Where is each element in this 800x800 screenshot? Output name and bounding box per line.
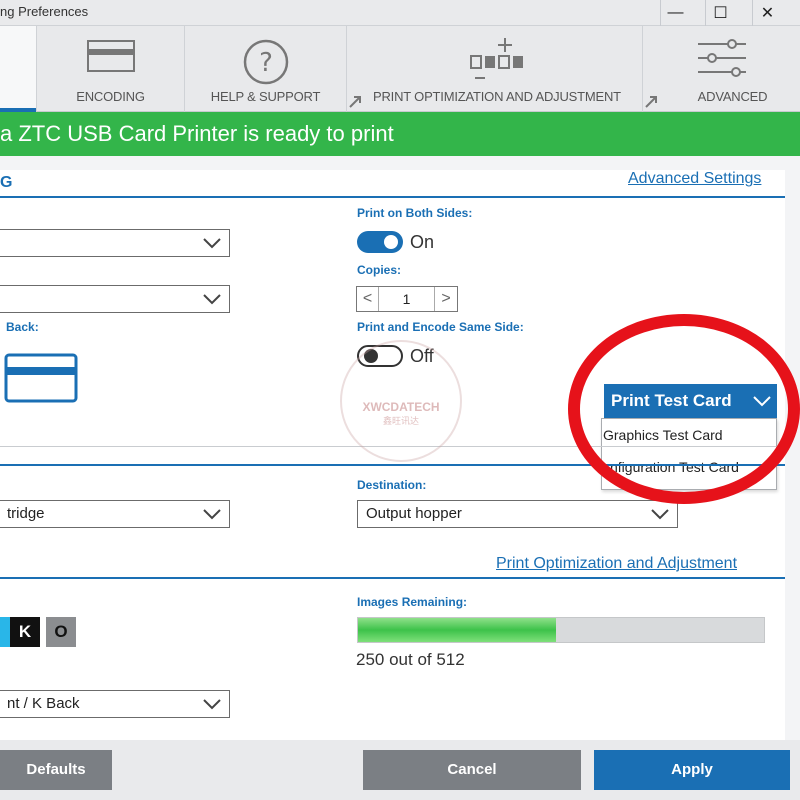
- ribbon-panel-k: K: [10, 617, 40, 647]
- tab-print-optimization[interactable]: PRINT OPTIMIZATION AND ADJUSTMENT: [346, 26, 642, 112]
- card-icon: [86, 40, 135, 72]
- print-both-sides-label: Print on Both Sides:: [357, 206, 473, 220]
- defaults-button[interactable]: Defaults: [0, 750, 112, 790]
- ribbon-type-value: nt / K Back: [7, 695, 80, 712]
- copies-label: Copies:: [357, 263, 402, 277]
- highlight-circle: [568, 314, 800, 504]
- destination-label: Destination:: [357, 478, 427, 492]
- tab-optimization-label: PRINT OPTIMIZATION AND ADJUSTMENT: [373, 89, 621, 104]
- title-bar: ng Preferences — ☐ ✕: [0, 0, 800, 26]
- tab-advanced-label: ADVANCED: [697, 89, 768, 104]
- minimize-button[interactable]: —: [660, 0, 690, 26]
- watermark-sub: 鑫旺讯达: [382, 416, 419, 426]
- apply-button[interactable]: Apply: [594, 750, 790, 790]
- destination-value: Output hopper: [366, 505, 462, 522]
- maximize-icon: ☐: [713, 5, 728, 22]
- tab-encoding-label: ENCODING: [76, 89, 145, 104]
- expand-arrow-icon: [349, 96, 361, 108]
- same-side-label: Print and Encode Same Side:: [357, 320, 524, 334]
- maximize-button[interactable]: ☐: [705, 0, 735, 26]
- card-back-icon[interactable]: [4, 353, 78, 403]
- print-both-sides-value: On: [410, 232, 435, 252]
- ribbon-panel-o: O: [46, 617, 76, 647]
- print-optimization-link[interactable]: Print Optimization and Adjustment: [496, 555, 737, 573]
- tab-help-support[interactable]: ? HELP & SUPPORT: [184, 26, 346, 112]
- watermark: XWCDATECH 鑫旺讯达: [340, 340, 462, 462]
- images-remaining-fill: [358, 618, 557, 642]
- chevron-down-icon: [203, 699, 221, 710]
- printer-status-banner: a ZTC USB Card Printer is ready to print: [0, 112, 800, 156]
- section-title: G: [0, 174, 13, 191]
- chevron-down-icon: [203, 509, 221, 520]
- button-bar: Defaults Cancel Apply: [0, 740, 800, 800]
- copies-stepper[interactable]: < 1 >: [356, 286, 458, 312]
- help-icon: ?: [243, 39, 288, 85]
- chevron-down-icon: [203, 238, 221, 249]
- tab-help-label: HELP & SUPPORT: [210, 89, 321, 104]
- source-value: tridge: [7, 505, 45, 522]
- back-label: Back:: [6, 320, 39, 334]
- cancel-button[interactable]: Cancel: [363, 750, 581, 790]
- window-title: ng Preferences: [0, 4, 89, 19]
- tab-active[interactable]: [0, 26, 36, 112]
- chevron-down-icon: [651, 509, 669, 520]
- images-remaining-bar: [357, 617, 765, 643]
- section-divider: [0, 577, 785, 579]
- advanced-settings-link[interactable]: Advanced Settings: [628, 170, 761, 188]
- chevron-down-icon: [203, 294, 221, 305]
- ribbon-type-select[interactable]: nt / K Back: [0, 690, 230, 718]
- close-button[interactable]: ✕: [752, 0, 782, 26]
- optimization-icon: [469, 38, 523, 79]
- tab-bar: ENCODING ? HELP & SUPPORT PRINT OPTIMIZA…: [0, 26, 800, 112]
- minimize-icon: —: [667, 4, 684, 21]
- watermark-brand: XWCDATECH: [362, 400, 440, 414]
- images-remaining-label: Images Remaining:: [357, 595, 468, 609]
- tab-encoding[interactable]: ENCODING: [36, 26, 184, 112]
- section-divider: [0, 196, 785, 198]
- front-select[interactable]: [0, 229, 230, 257]
- tab-advanced[interactable]: ADVANCED: [642, 26, 800, 112]
- images-remaining-text: 250 out of 512: [356, 650, 465, 669]
- copies-increment-button[interactable]: >: [435, 287, 457, 311]
- svg-text:?: ?: [259, 48, 273, 78]
- close-icon: ✕: [760, 5, 775, 22]
- orientation-select[interactable]: [0, 285, 230, 313]
- destination-select[interactable]: Output hopper: [357, 500, 678, 528]
- sliders-icon: [697, 39, 746, 77]
- copies-value[interactable]: 1: [379, 287, 435, 311]
- source-select[interactable]: tridge: [0, 500, 230, 528]
- print-both-sides-toggle[interactable]: [357, 231, 403, 253]
- toggle-knob: [384, 235, 398, 249]
- copies-decrement-button[interactable]: <: [357, 287, 379, 311]
- expand-arrow-icon: [645, 96, 657, 108]
